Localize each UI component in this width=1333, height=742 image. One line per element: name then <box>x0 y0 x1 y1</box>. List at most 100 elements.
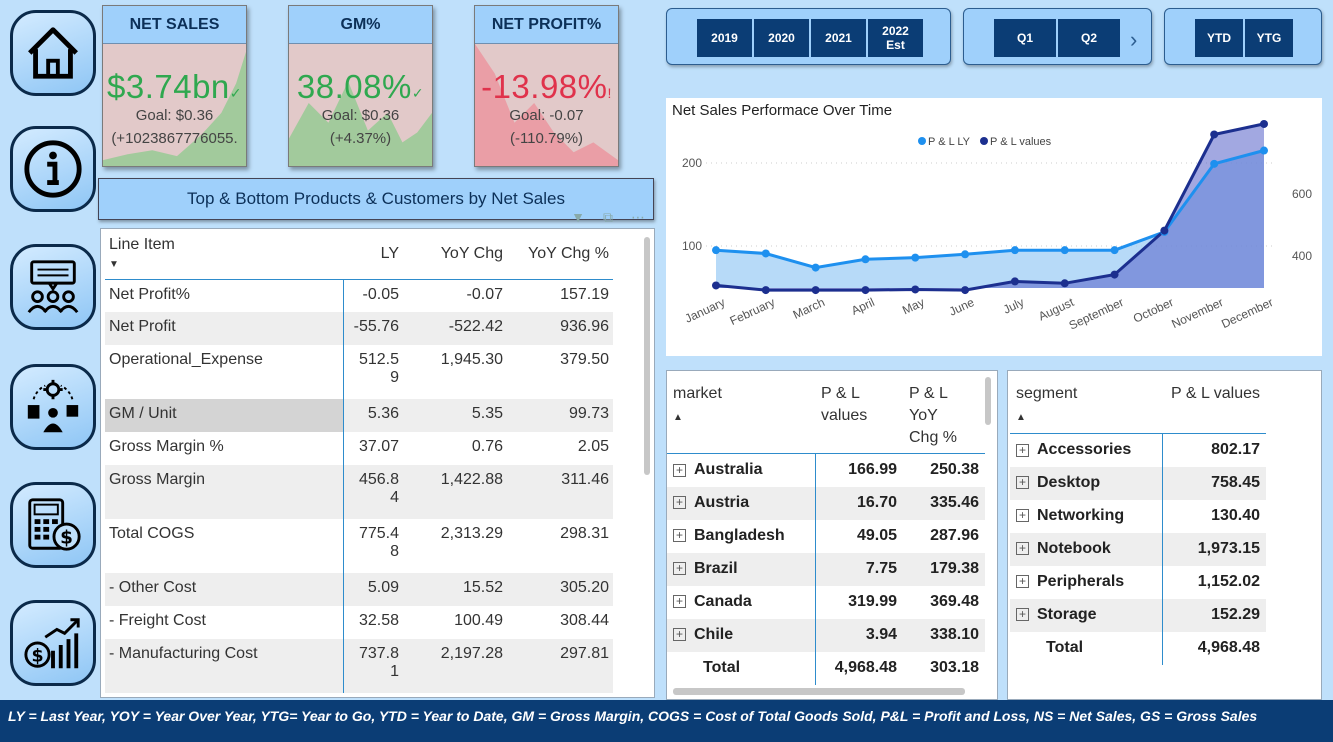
market-matrix: market ▲ P & L values P & L YoY Chg % + Au… <box>666 370 998 700</box>
year-button-2021[interactable]: 2021 <box>811 19 866 57</box>
table-row[interactable]: + Accessories 802.17 <box>1010 433 1266 467</box>
table-row[interactable]: - Other Cost 5.09 15.52 305.20 <box>105 573 613 606</box>
table-row[interactable]: Total COGS 775.4 8 2,313.29 298.31 <box>105 519 613 573</box>
cell-chg: -522.42 <box>403 312 507 345</box>
row-label: Canada <box>694 593 752 610</box>
nav-operations-button[interactable] <box>10 364 96 450</box>
table-row[interactable]: Operational_Expense 512.5 9 1,945.30 379.50 <box>105 345 613 399</box>
table-row[interactable]: + Networking 130.40 <box>1010 499 1266 533</box>
year-button-2020[interactable]: 2020 <box>754 19 809 57</box>
table-row[interactable]: + Austria 16.70 335.46 <box>667 486 985 520</box>
quarter-button-q1[interactable]: Q1 <box>994 19 1056 57</box>
expand-icon[interactable]: + <box>673 595 686 609</box>
cell-segment: + Desktop <box>1010 466 1163 500</box>
expand-icon[interactable]: + <box>1016 476 1029 490</box>
table-row[interactable]: + Notebook 1,973.15 <box>1010 532 1266 566</box>
info-icon <box>24 140 82 198</box>
legend-marker <box>918 137 926 145</box>
expand-icon[interactable]: + <box>1016 443 1029 457</box>
cell-pct: 308.44 <box>560 612 609 629</box>
expand-icon[interactable]: + <box>673 496 686 510</box>
expand-icon[interactable]: + <box>673 529 686 543</box>
column-header-pl-values[interactable]: P & L values <box>1162 371 1266 434</box>
expand-icon[interactable]: + <box>1016 575 1029 589</box>
table-row[interactable]: + Brazil 7.75 179.38 <box>667 552 985 586</box>
chevron-right-icon[interactable]: › <box>1130 27 1137 53</box>
column-header-line-item[interactable]: Line Item ▼ <box>105 229 343 280</box>
column-header-yoy-chg-pct[interactable]: YoY Chg % <box>507 229 613 280</box>
column-header-ly[interactable]: LY <box>343 229 403 280</box>
nav-finance-button[interactable]: $ <box>10 482 96 568</box>
table-row[interactable]: Gross Margin % 37.07 0.76 2.05 <box>105 432 613 465</box>
cell-pl-values: 166.99 <box>848 461 897 479</box>
net-sales-chart: Net Sales Performace Over Time 100 200 400… <box>666 98 1322 356</box>
chart-plot: 100 200 400 600 January February March April May… <box>682 119 1312 333</box>
expand-icon[interactable]: + <box>1016 542 1029 556</box>
nav-info-button[interactable] <box>10 126 96 212</box>
cell-pct: 936.96 <box>507 312 613 345</box>
vertical-scrollbar[interactable] <box>644 237 650 475</box>
row-label: Australia <box>694 461 763 479</box>
cell-pl-values: 49.05 <box>856 527 897 544</box>
cell-pl-values: 152.29 <box>1162 598 1266 632</box>
cell-item: Operational_Expense <box>105 345 344 399</box>
vertical-scrollbar[interactable] <box>985 377 991 425</box>
cell-pl-yoy-chg: 287.96 <box>930 527 979 544</box>
more-options-icon[interactable]: ⋯ <box>626 207 650 227</box>
table-row[interactable]: GM / Unit 5.36 5.35 99.73 <box>105 399 613 432</box>
cell-item: - Manufacturing Cost <box>105 639 344 693</box>
kpi-net-sales-card: NET SALES $3.74bn✓ Goal: $0.36 (+1023867… <box>102 5 247 167</box>
cell-pl-values: 319.99 <box>848 593 897 610</box>
year-button-2019[interactable]: 2019 <box>697 19 752 57</box>
table-row[interactable]: Net Profit -55.76 -522.42 936.96 <box>105 312 613 345</box>
expand-icon[interactable]: + <box>673 562 686 576</box>
expand-icon[interactable]: + <box>673 463 686 477</box>
column-header-pl-values[interactable]: P & L values <box>815 371 903 454</box>
horizontal-scrollbar[interactable] <box>673 688 965 695</box>
year-button-2022-est[interactable]: 2022 Est <box>868 19 923 57</box>
x-tick-label: May <box>900 295 926 317</box>
data-point-pl-ly <box>961 250 970 259</box>
nav-home-button[interactable] <box>10 10 96 96</box>
table-row[interactable]: Gross Margin 456.8 4 1,422.88 311.46 <box>105 465 613 519</box>
focus-mode-icon[interactable]: ⧉ <box>596 207 620 227</box>
cell-pct: 379.50 <box>560 351 609 368</box>
expand-icon[interactable]: + <box>1016 608 1029 622</box>
cell-pl-yoy-chg: 179.38 <box>903 552 985 586</box>
table-row[interactable]: Net Profit% -0.05 -0.07 157.19 <box>105 279 613 312</box>
cell-chg: 15.52 <box>403 573 507 606</box>
cell-pct: 298.31 <box>560 525 609 542</box>
column-header-pl-yoy-chg[interactable]: P & L YoY Chg % <box>903 371 985 454</box>
table-row[interactable]: + Bangladesh 49.05 287.96 <box>667 519 985 553</box>
cell-segment: + Accessories <box>1010 433 1163 467</box>
row-label: Desktop <box>1037 474 1101 491</box>
cell-item: - Freight Cost <box>105 606 344 639</box>
table-row[interactable]: - Freight Cost 32.58 100.49 308.44 <box>105 606 613 639</box>
table-row[interactable]: - Manufacturing Cost 737.8 1 2,197.28 297.8… <box>105 639 613 693</box>
legend-marker <box>980 137 988 145</box>
nav-customers-button[interactable] <box>10 244 96 330</box>
cell-total-chg: 303.18 <box>930 659 979 676</box>
table-row[interactable]: + Canada 319.99 369.48 <box>667 585 985 619</box>
table-row[interactable]: + Peripherals 1,152.02 <box>1010 565 1266 599</box>
kpi-pct-change: (+4.37%) <box>329 130 392 147</box>
filter-icon[interactable]: ▼ <box>566 207 590 227</box>
y-left-tick-label: 200 <box>682 156 702 170</box>
kpi-gm-card: GM% 38.08%✓ Goal: $0.36 (+4.37%) <box>288 5 433 167</box>
period-button-ytg[interactable]: YTG <box>1245 19 1293 57</box>
kpi-title: NET SALES <box>103 6 246 44</box>
cell-total-values: 4,968.48 <box>834 659 897 676</box>
period-button-ytd[interactable]: YTD <box>1195 19 1243 57</box>
quarter-button-q2[interactable]: Q2 <box>1058 19 1120 57</box>
table-row[interactable]: + Australia 166.99 250.38 <box>667 453 985 487</box>
column-header-yoy-chg[interactable]: YoY Chg <box>403 229 507 280</box>
table-row[interactable]: + Desktop 758.45 <box>1010 466 1266 500</box>
expand-icon[interactable]: + <box>673 628 686 642</box>
nav-growth-button[interactable]: $ <box>10 600 96 686</box>
column-header-segment[interactable]: segment ▲ <box>1010 371 1162 434</box>
expand-icon[interactable]: + <box>1016 509 1029 523</box>
table-row[interactable]: + Chile 3.94 338.10 <box>667 618 985 652</box>
kpi-goal: Goal: -0.07 <box>509 107 584 124</box>
table-row[interactable]: + Storage 152.29 <box>1010 598 1266 632</box>
column-header-market[interactable]: market ▲ <box>667 371 815 454</box>
